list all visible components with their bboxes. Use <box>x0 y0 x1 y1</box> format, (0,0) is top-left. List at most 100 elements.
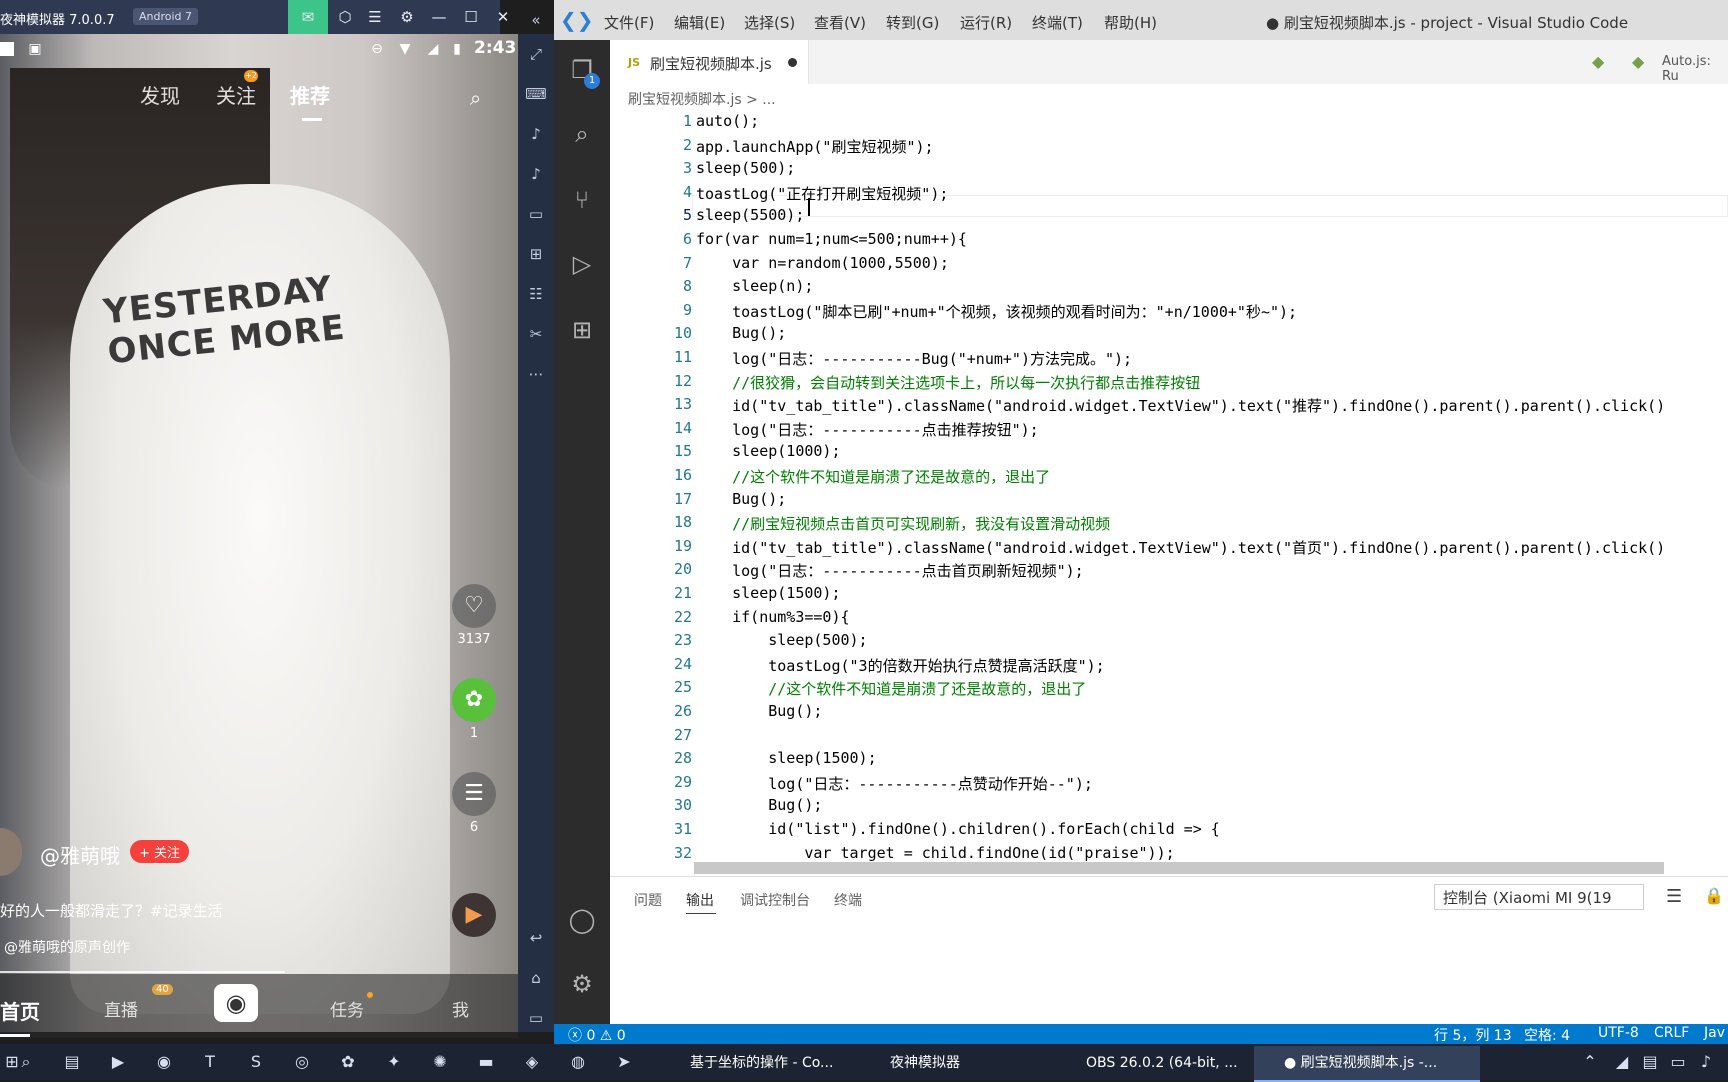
code-line[interactable]: //刷宝短视频点击首页可实现刷新，我没有设置滑动视频 <box>696 513 1110 534</box>
unsaved-dot-icon[interactable] <box>788 58 797 67</box>
back-icon[interactable]: ↩ <box>524 926 548 950</box>
editor-app-icon[interactable]: ▬ <box>474 1050 498 1074</box>
telegram-icon[interactable]: ➤ <box>612 1050 636 1074</box>
code-line[interactable]: id("tv_tab_title").className("android.wi… <box>696 537 1665 558</box>
code-line[interactable]: sleep(1500); <box>696 584 840 602</box>
breadcrumb[interactable]: 刷宝短视频脚本.js > ... <box>628 89 776 109</box>
typora-icon[interactable]: T <box>198 1050 222 1074</box>
wechat-icon[interactable]: ◍ <box>566 1050 590 1074</box>
taskbar-emulator[interactable]: 夜神模拟器 <box>860 1046 1040 1080</box>
encoding[interactable]: UTF-8 <box>1598 1025 1639 1041</box>
code-line[interactable]: log("日志：-----------Bug("+num+")方法完成。"); <box>696 348 1132 369</box>
fullscreen-icon[interactable]: ⤢ <box>524 42 548 66</box>
search-icon[interactable]: ⌕ <box>566 118 598 150</box>
code-line[interactable]: sleep(1500); <box>696 749 876 767</box>
code-line[interactable]: if(num%3==0){ <box>696 608 849 626</box>
tab-debug-console[interactable]: 调试控制台 <box>740 890 810 910</box>
code-line[interactable]: sleep(5500); <box>696 206 804 224</box>
search-icon[interactable]: ⌕ <box>470 86 494 110</box>
taskbar-obs[interactable]: OBS 26.0.2 (64-bit, ... <box>1056 1046 1276 1080</box>
editor-tab-label[interactable]: 刷宝短视频脚本.js <box>650 53 772 74</box>
tray-app-icon[interactable]: ▤ <box>1638 1050 1662 1074</box>
code-line[interactable]: var target = child.findOne(id("praise"))… <box>696 844 1174 862</box>
app-icon[interactable]: ✿ <box>336 1050 360 1074</box>
collapse-icon[interactable]: « <box>524 8 548 32</box>
sound-credit[interactable]: @雅萌哦的原声创作 <box>4 937 130 957</box>
tab-discover[interactable]: 发现 <box>140 80 180 109</box>
lock-icon[interactable]: 🔒 <box>1704 886 1724 905</box>
follow-button[interactable]: + 关注 <box>130 840 190 863</box>
author-name[interactable]: @雅萌哦 <box>40 840 120 869</box>
nav-home[interactable]: 首页 <box>0 996 40 1025</box>
code-line[interactable]: //这个软件不知道是崩溃了还是故意的，退出了 <box>696 678 1086 699</box>
tab-problems[interactable]: 问题 <box>634 890 662 910</box>
menu-terminal[interactable]: 终端(T) <box>1032 12 1083 33</box>
box-icon[interactable]: ⬡ <box>334 6 356 28</box>
menu-help[interactable]: 帮助(H) <box>1104 12 1157 33</box>
taskbar-chrome[interactable]: 基于坐标的操作 - Co... <box>660 1046 878 1080</box>
code-line[interactable]: Bug(); <box>696 796 822 814</box>
camera-button[interactable]: ◉ <box>214 984 258 1022</box>
bird-app-icon[interactable]: ✦ <box>382 1050 406 1074</box>
apk-icon[interactable]: ⊞ <box>524 242 548 266</box>
console-select[interactable]: 控制台 (Xiaomi MI 9(19 <box>1434 884 1644 910</box>
code-line[interactable]: toastLog("脚本已刷"+num+"个视频，该视频的观看时间为："+n/1… <box>696 301 1297 322</box>
share-button[interactable]: ✿ <box>452 678 496 722</box>
tab-terminal[interactable]: 终端 <box>834 890 862 910</box>
source-control-icon[interactable]: ⑂ <box>566 184 598 216</box>
account-icon[interactable]: ◯ <box>566 904 598 936</box>
android-save-icon[interactable]: ◆ <box>1632 52 1644 71</box>
line-ending[interactable]: CRLF <box>1654 1025 1689 1041</box>
code-line[interactable]: //很狡猾，会自动转到关注选项卡上，所以每一次执行都点击推荐按钮 <box>696 372 1200 393</box>
code-line[interactable]: app.launchApp("刷宝短视频"); <box>696 136 934 157</box>
settings-app-icon[interactable]: ✺ <box>428 1050 452 1074</box>
indentation[interactable]: 空格: 4 <box>1524 1025 1570 1045</box>
menu-view[interactable]: 查看(V) <box>814 12 866 33</box>
play-store-icon[interactable]: ▶ <box>106 1050 130 1074</box>
code-line[interactable]: log("日志：-----------点击推荐按钮"); <box>696 419 1039 440</box>
battery-icon[interactable]: ▭ <box>1666 1050 1690 1074</box>
like-button[interactable]: ♡ <box>452 584 496 628</box>
cube-app-icon[interactable]: ◈ <box>520 1050 544 1074</box>
video-record-button[interactable]: ▶ <box>452 893 496 937</box>
run-debug-icon[interactable]: ▷ <box>566 248 598 280</box>
mail-icon[interactable]: ✉ <box>288 0 328 34</box>
horizontal-scrollbar[interactable] <box>694 862 1664 874</box>
code-line[interactable]: toastLog("3的倍数开始执行点赞提高活跃度"); <box>696 655 1104 676</box>
more-icon[interactable]: ⋯ <box>524 362 548 386</box>
code-line[interactable]: id("list").findOne().children().forEach(… <box>696 820 1220 838</box>
minimize-icon[interactable]: — <box>428 6 450 28</box>
language-mode[interactable]: Jav <box>1704 1025 1725 1041</box>
code-line[interactable]: id("tv_tab_title").className("android.wi… <box>696 395 1665 416</box>
comment-button[interactable]: ☰ <box>452 772 496 816</box>
close-icon[interactable]: ✕ <box>492 6 514 28</box>
autojs-status[interactable]: Auto.js: Ru <box>1662 54 1728 84</box>
menu-file[interactable]: 文件(F) <box>604 12 654 33</box>
sublime-icon[interactable]: S <box>244 1050 268 1074</box>
code-line[interactable]: Bug(); <box>696 324 786 342</box>
menu-selection[interactable]: 选择(S) <box>744 12 795 33</box>
nav-tasks[interactable]: 任务 <box>330 996 364 1021</box>
taskbar-vscode[interactable]: ● 刷宝短视频脚本.js -... <box>1254 1046 1480 1082</box>
tab-following[interactable]: 关注 <box>216 80 256 109</box>
netease-music-icon[interactable]: ◎ <box>290 1050 314 1074</box>
code-line[interactable]: Bug(); <box>696 702 822 720</box>
tab-recommend[interactable]: 推荐 <box>290 80 330 109</box>
recent-apps-icon[interactable]: ▭ <box>524 1006 548 1030</box>
keyboard-icon[interactable]: ⌨ <box>524 82 548 106</box>
code-line[interactable]: sleep(500); <box>696 159 795 177</box>
gear-icon[interactable]: ⚙ <box>396 6 418 28</box>
home-icon[interactable]: ⌂ <box>524 966 548 990</box>
menu-edit[interactable]: 编辑(E) <box>674 12 725 33</box>
code-line[interactable]: sleep(500); <box>696 631 867 649</box>
multi-instance-icon[interactable]: ☷ <box>524 282 548 306</box>
code-line[interactable]: Bug(); <box>696 490 786 508</box>
nav-live[interactable]: 直播 <box>104 996 138 1021</box>
android-run-icon[interactable]: ◆ <box>1592 52 1604 71</box>
tray-up-icon[interactable]: ⌃ <box>1578 1050 1602 1074</box>
code-line[interactable]: toastLog("正在打开刷宝短视频"); <box>696 183 948 204</box>
code-line[interactable]: auto(); <box>696 112 759 130</box>
code-line[interactable]: sleep(n); <box>696 277 813 295</box>
screen-icon[interactable]: ▭ <box>524 202 548 226</box>
menu-icon[interactable]: ☰ <box>364 6 386 28</box>
